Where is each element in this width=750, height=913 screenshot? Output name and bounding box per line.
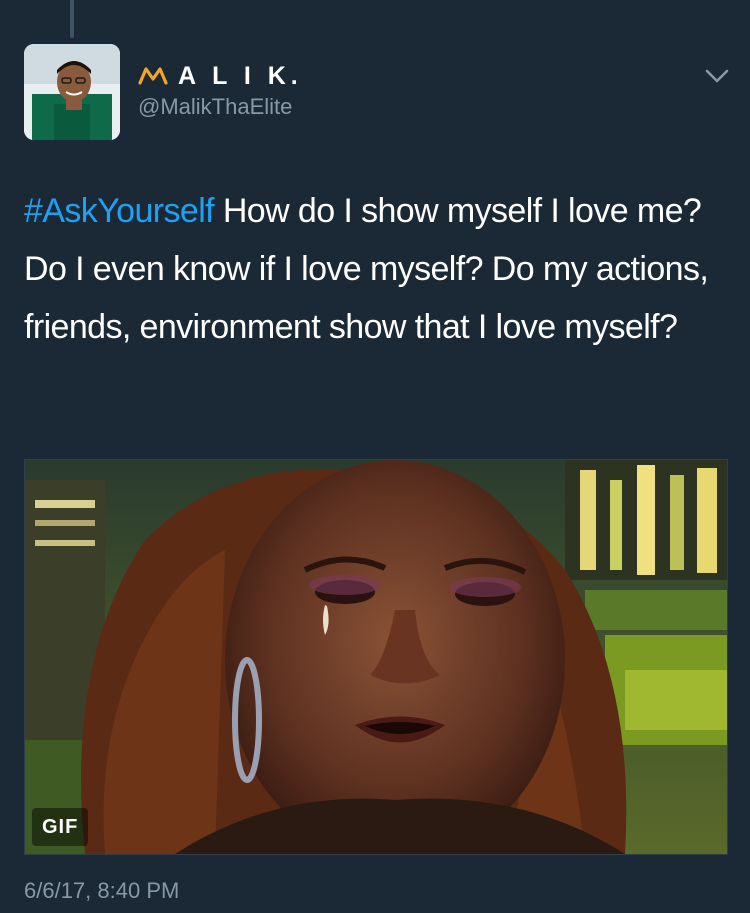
display-name-row[interactable]: A L I K. (138, 60, 303, 92)
hashtag-link[interactable]: #AskYourself (24, 192, 215, 230)
chevron-down-icon[interactable] (704, 66, 730, 86)
user-handle[interactable]: @MalikThaElite (138, 94, 292, 120)
crown-icon (138, 67, 168, 85)
avatar[interactable] (24, 44, 120, 140)
gif-badge: GIF (32, 808, 89, 846)
tweet-text: #AskYourself How do I show myself I love… (24, 182, 728, 356)
tweet-media-gif[interactable] (24, 459, 728, 855)
tweet-timestamp[interactable]: 6/6/17, 8:40 PM (24, 878, 179, 904)
tweet-detail: A L I K. @MalikThaElite #AskYourself How… (0, 0, 750, 913)
thread-connector-line (70, 0, 74, 38)
display-name: A L I K. (178, 61, 303, 90)
